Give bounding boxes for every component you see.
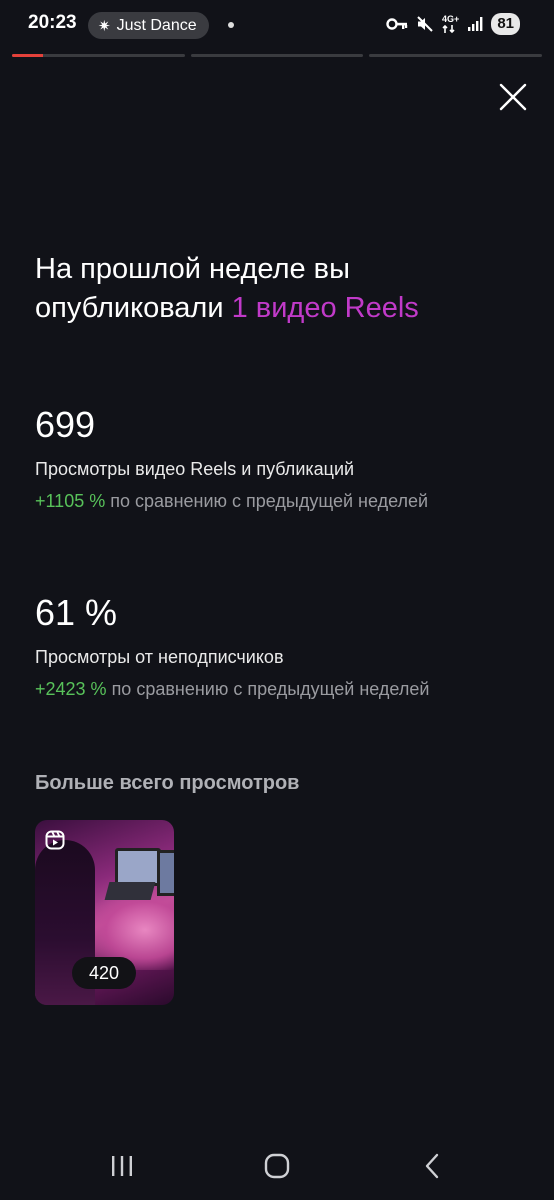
recents-button[interactable] bbox=[102, 1148, 142, 1184]
stat-label: Просмотры от неподписчиков bbox=[35, 647, 284, 667]
stat-label: Просмотры видео Reels и публикаций bbox=[35, 459, 355, 479]
back-button[interactable] bbox=[412, 1148, 452, 1184]
progress-segment bbox=[190, 54, 364, 57]
thumbnail-monitor bbox=[115, 848, 161, 886]
stat-comparison: +1105 % по сравнению с предыдущей неделе… bbox=[35, 489, 525, 513]
stat-comparison: +2423 % по сравнению с предыдущей неделе… bbox=[35, 677, 525, 701]
signal-icon bbox=[467, 16, 483, 32]
progress-fill bbox=[12, 54, 44, 57]
system-nav-bar bbox=[0, 1140, 554, 1192]
thumbnail-laptop bbox=[104, 882, 156, 900]
status-bar: 20:23 ✷ Just Dance 4G+ 81 bbox=[0, 0, 554, 52]
stat-delta: +2423 % bbox=[35, 679, 107, 699]
headline-highlight: 1 видео Reels bbox=[231, 292, 419, 324]
reel-thumbnail[interactable]: 420 bbox=[35, 820, 174, 1005]
sparkle-icon: ✷ bbox=[98, 17, 111, 35]
home-icon bbox=[264, 1153, 290, 1179]
key-icon bbox=[386, 17, 408, 31]
home-button[interactable] bbox=[257, 1148, 297, 1184]
stat-compare-text: по сравнению с предыдущей неделей bbox=[105, 491, 429, 511]
stat-views: 699 Просмотры видео Reels и публикаций +… bbox=[35, 403, 525, 513]
thumbnail-monitor-side bbox=[157, 850, 174, 896]
reels-icon bbox=[45, 830, 65, 855]
battery-indicator: 81 bbox=[491, 13, 520, 35]
story-progress bbox=[12, 54, 543, 57]
stat-value: 61 % bbox=[35, 592, 118, 633]
stat-delta: +1105 % bbox=[35, 491, 106, 511]
progress-segment bbox=[12, 54, 185, 57]
stat-value: 699 bbox=[35, 404, 96, 445]
summary-headline: На прошлой неделе вы опубликовали 1 виде… bbox=[35, 250, 515, 328]
status-icons: 4G+ 81 bbox=[386, 13, 520, 35]
progress-segment bbox=[369, 54, 543, 57]
status-time: 20:23 bbox=[28, 12, 77, 33]
now-playing-label: Just Dance bbox=[116, 16, 197, 34]
view-count-badge: 420 bbox=[72, 957, 136, 989]
close-icon bbox=[499, 83, 527, 111]
recents-icon bbox=[112, 1156, 132, 1176]
network-icon: 4G+ bbox=[442, 14, 459, 34]
back-icon bbox=[425, 1153, 439, 1179]
close-button[interactable] bbox=[494, 78, 532, 116]
notification-dot bbox=[228, 22, 234, 28]
stat-compare-text: по сравнению с предыдущей неделей bbox=[106, 679, 430, 699]
mute-icon bbox=[416, 15, 434, 33]
now-playing-pill[interactable]: ✷ Just Dance bbox=[88, 12, 209, 39]
stat-nonfollowers: 61 % Просмотры от неподписчиков +2423 % … bbox=[35, 591, 525, 701]
section-title-top-views: Больше всего просмотров bbox=[35, 772, 300, 794]
